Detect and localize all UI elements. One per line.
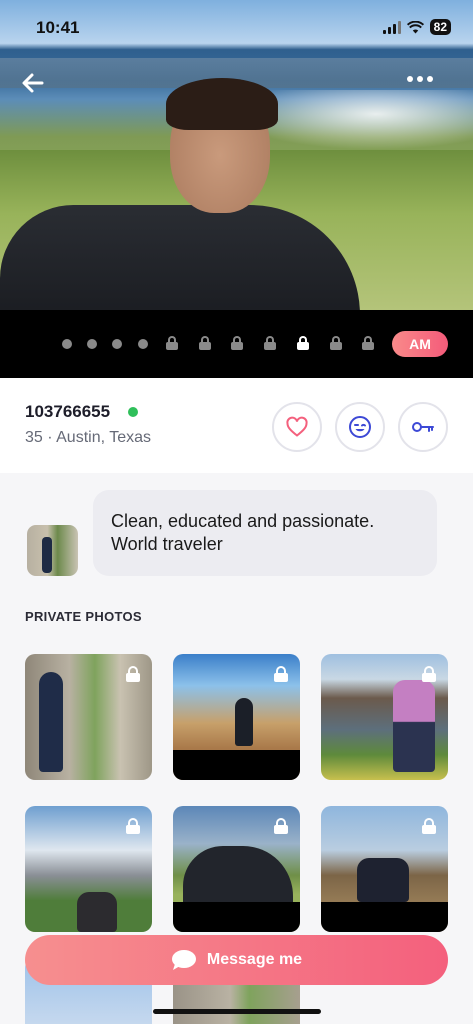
request-access-key-button[interactable] [398,402,448,452]
pager-dot[interactable] [62,339,72,349]
online-status-dot [128,407,138,417]
photo-pager: AM [0,310,473,378]
status-time: 10:41 [36,18,80,37]
lock-icon[interactable] [166,336,178,350]
lock-icon [422,818,436,834]
lock-icon [274,818,288,834]
lock-icon [126,818,140,834]
private-photos-title: PRIVATE PHOTOS [25,609,142,624]
pager-dot[interactable] [87,339,97,349]
profile-header: 103766655 35 · Austin, Texas [0,378,473,473]
battery-indicator: 82 [429,19,451,35]
pager-dot[interactable] [138,339,148,349]
bio-message: Clean, educated and passionate. World tr… [93,490,437,576]
wifi-icon [406,20,424,33]
back-arrow-icon [22,73,44,93]
profile-id: 103766655 [25,402,111,421]
status-bar: 10:41 82 [0,0,473,54]
message-me-button[interactable]: Message me [25,935,448,985]
private-photo-tile[interactable] [173,806,300,932]
more-options-button[interactable] [407,76,433,82]
lock-icon[interactable] [231,336,243,350]
private-photo-tile[interactable] [321,654,448,780]
am-badge[interactable]: AM [392,331,448,357]
lock-icon [126,666,140,682]
private-photo-tile[interactable] [25,654,152,780]
like-button[interactable] [272,402,322,452]
home-indicator [153,1009,321,1014]
bio-text-line1: Clean, educated and passionate. [111,511,375,531]
wink-icon [349,416,371,438]
lock-icon [422,666,436,682]
lock-icon-active[interactable] [297,336,309,350]
bio-text-line2: World traveler [111,534,223,554]
wink-button[interactable] [335,402,385,452]
profile-age-location: 35 · Austin, Texas [25,429,151,446]
message-me-label: Message me [206,951,303,968]
lock-icon [274,666,288,682]
back-button[interactable] [20,70,50,100]
lock-icon[interactable] [330,336,342,350]
heart-icon [286,416,308,437]
lock-icon[interactable] [362,336,374,350]
private-photo-tile[interactable] [321,806,448,932]
chat-bubble-icon [171,950,196,970]
key-icon [412,422,434,432]
private-photo-tile[interactable] [25,806,152,932]
bio-avatar[interactable] [27,525,78,576]
private-photo-tile[interactable] [173,654,300,780]
pager-dot[interactable] [112,339,122,349]
person-torso [0,205,360,310]
lock-icon[interactable] [264,336,276,350]
cellular-signal-icon [382,20,401,34]
more-dots-icon [407,76,413,82]
lock-icon[interactable] [199,336,211,350]
